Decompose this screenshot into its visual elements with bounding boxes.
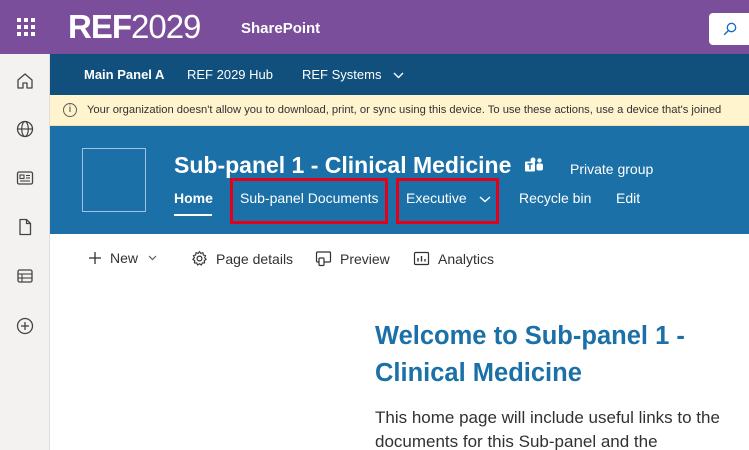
home-icon[interactable] bbox=[15, 71, 35, 91]
analytics-icon bbox=[413, 251, 430, 266]
policy-warning-bar: i Your organization doesn't allow you to… bbox=[50, 95, 749, 126]
page-details-button[interactable]: Page details bbox=[191, 250, 293, 267]
site-title[interactable]: Sub-panel 1 - Clinical Medicine bbox=[174, 152, 511, 179]
highlight-box bbox=[230, 178, 388, 224]
plus-icon bbox=[89, 252, 101, 264]
chevron-down-icon bbox=[393, 72, 404, 79]
preview-button[interactable]: Preview bbox=[315, 250, 390, 267]
site-nav-edit[interactable]: Edit bbox=[616, 190, 640, 206]
app-launcher-button[interactable] bbox=[0, 0, 52, 54]
ref-logo[interactable]: REF2029 bbox=[68, 8, 201, 46]
news-icon[interactable] bbox=[15, 168, 35, 188]
hub-item-ref-systems[interactable]: REF Systems bbox=[302, 67, 404, 82]
document-icon[interactable] bbox=[15, 217, 35, 237]
search-icon bbox=[723, 22, 737, 36]
globe-icon[interactable] bbox=[15, 119, 35, 139]
teams-icon[interactable] bbox=[524, 157, 544, 175]
logo-bold: REF bbox=[68, 8, 132, 45]
preview-icon bbox=[315, 251, 332, 267]
hub-item-ref-2029-hub[interactable]: REF 2029 Hub bbox=[187, 67, 273, 82]
analytics-button[interactable]: Analytics bbox=[413, 250, 494, 267]
suite-bar: REF2029 SharePoint bbox=[0, 0, 749, 54]
add-circle-icon[interactable] bbox=[15, 316, 35, 336]
site-logo[interactable] bbox=[82, 148, 146, 212]
analytics-label: Analytics bbox=[438, 250, 495, 267]
app-title[interactable]: SharePoint bbox=[241, 20, 320, 37]
logo-light: 2029 bbox=[131, 8, 201, 45]
new-label: New bbox=[110, 250, 139, 266]
page-details-label: Page details bbox=[216, 250, 294, 267]
site-header: Sub-panel 1 - Clinical Medicine Private … bbox=[50, 126, 749, 234]
lists-icon[interactable] bbox=[15, 266, 35, 286]
waffle-icon bbox=[17, 18, 35, 36]
welcome-text: This home page will include useful links… bbox=[375, 408, 720, 450]
preview-label: Preview bbox=[340, 250, 390, 267]
active-nav-indicator bbox=[174, 214, 212, 216]
hub-navigation: Main Panel A REF 2029 Hub REF Systems bbox=[50, 54, 749, 95]
highlight-box bbox=[396, 178, 499, 224]
group-type-label: Private group bbox=[570, 161, 654, 177]
site-nav-recycle-bin[interactable]: Recycle bin bbox=[519, 190, 591, 206]
left-rail bbox=[0, 54, 50, 450]
search-box[interactable] bbox=[709, 13, 749, 45]
chevron-down-icon bbox=[148, 255, 157, 261]
new-button[interactable]: New bbox=[88, 250, 165, 266]
gear-icon bbox=[192, 250, 207, 266]
warning-text: Your organization doesn't allow you to d… bbox=[87, 104, 722, 116]
command-bar: New Page details Preview Analytics bbox=[50, 234, 749, 282]
welcome-heading: Welcome to Sub-panel 1 - Clinical Medici… bbox=[375, 322, 685, 387]
hub-item-main-panel-a[interactable]: Main Panel A bbox=[84, 67, 164, 82]
hub-item-label: REF Systems bbox=[302, 67, 382, 82]
info-icon: i bbox=[63, 103, 77, 117]
site-nav-home[interactable]: Home bbox=[174, 190, 213, 206]
